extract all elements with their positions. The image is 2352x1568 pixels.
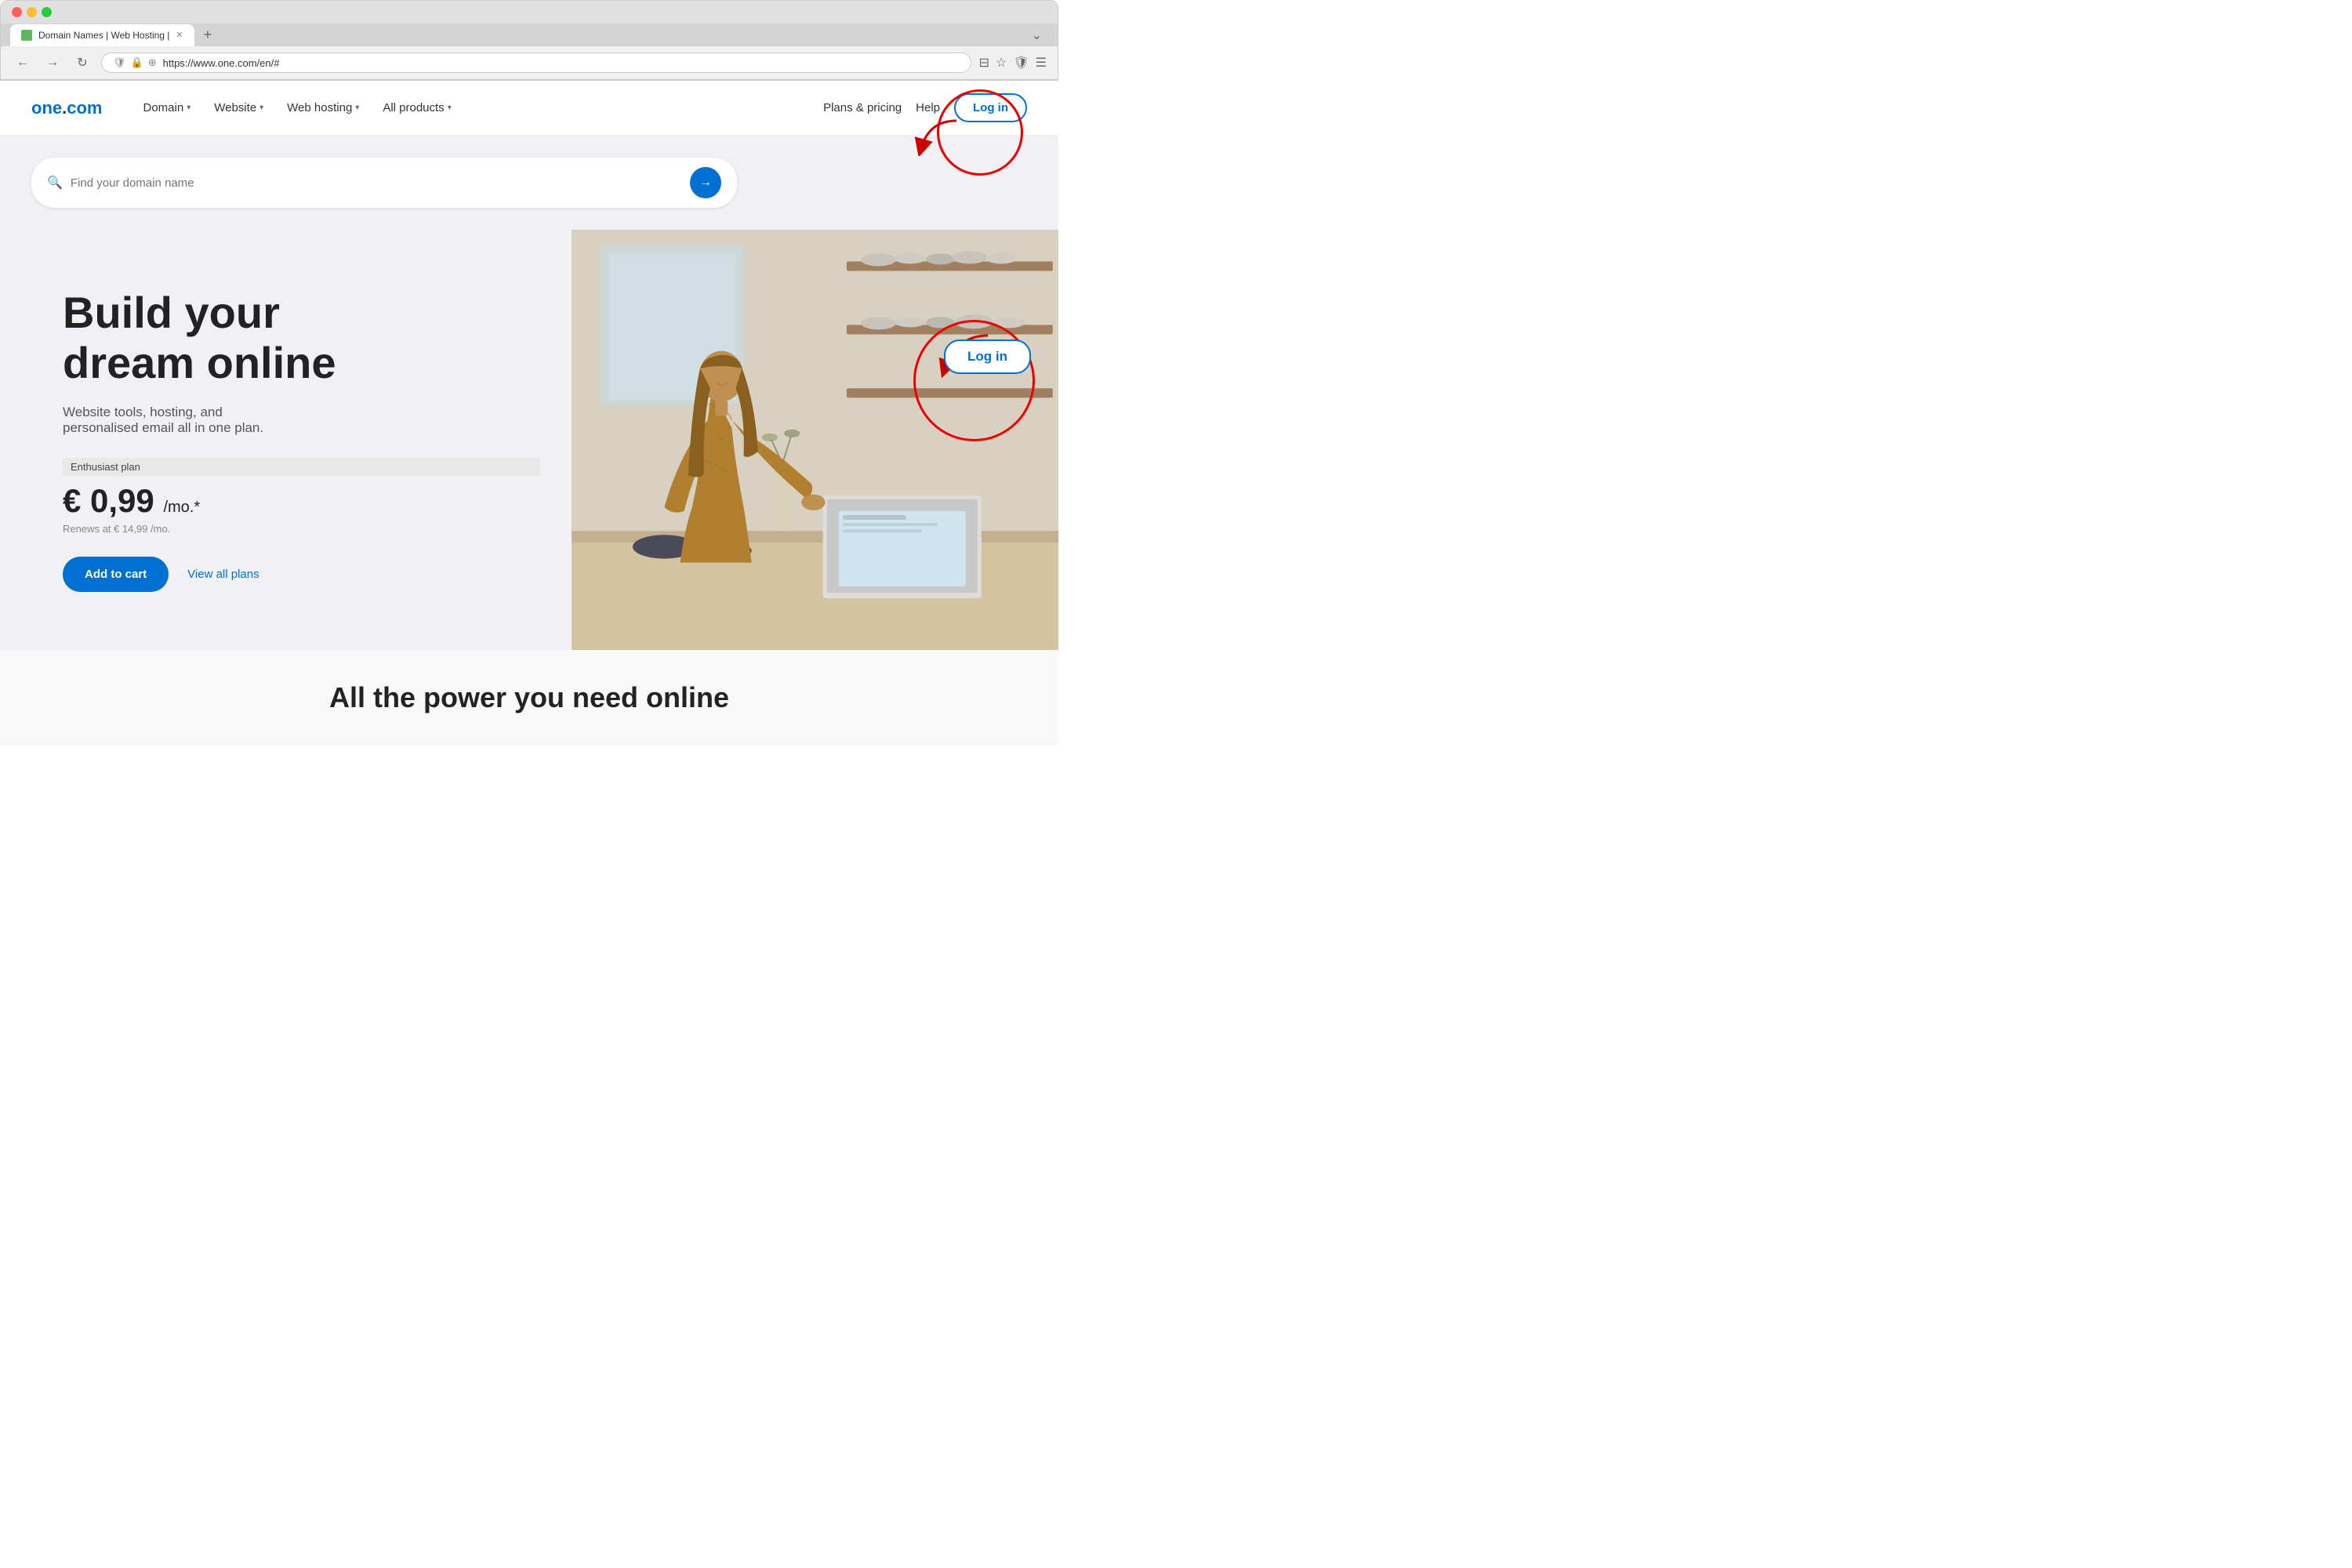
domain-search-bar: 🔍 → [31, 158, 737, 208]
minimize-button[interactable] [27, 7, 37, 17]
hero-title: Build your dream online [63, 288, 540, 389]
login-zoom-button[interactable]: Log in [944, 339, 1031, 374]
lock-icon: 🔒 [131, 56, 143, 69]
hero-actions: Add to cart View all plans [63, 557, 540, 592]
domain-search-input[interactable] [71, 176, 682, 190]
nav-domain-label: Domain [143, 101, 184, 114]
url-text: https://www.one.com/en/# [163, 57, 280, 69]
bookmark-icon[interactable]: ☆ [996, 55, 1007, 71]
refresh-button[interactable]: ↻ [71, 52, 93, 74]
browser-titlebar [1, 1, 1058, 24]
bottom-teaser: All the power you need online [0, 650, 1058, 746]
new-tab-button[interactable]: + [198, 24, 219, 46]
nav-webhosting-label: Web hosting [287, 101, 352, 114]
forward-button[interactable]: → [42, 52, 64, 74]
address-bar[interactable]: 🛡 🔒 ⊕ https://www.one.com/en/# [101, 53, 971, 73]
woman-scene [572, 230, 1058, 650]
help-link[interactable]: Help [916, 101, 940, 114]
reader-icon[interactable]: ⊟ [979, 55, 989, 71]
address-bar-icons: 🛡 🔒 ⊕ [113, 56, 157, 69]
hero-search-section: 🔍 → [0, 136, 1058, 230]
plan-badge: Enthusiast plan [63, 458, 540, 476]
hero-subtitle: Website tools, hosting, andpersonalised … [63, 405, 540, 436]
back-button[interactable]: ← [12, 52, 34, 74]
browser-toolbar: ← → ↻ 🛡 🔒 ⊕ https://www.one.com/en/# ⊟ ☆… [1, 46, 1058, 80]
tab-favicon [21, 30, 32, 41]
hero-image: Log in [572, 230, 1058, 650]
chevron-down-icon: ▾ [448, 103, 452, 112]
chevron-down-icon: ▾ [260, 103, 263, 112]
chevron-down-icon: ▾ [355, 103, 359, 112]
add-to-cart-button[interactable]: Add to cart [63, 557, 169, 592]
translate-icon: ⊕ [148, 56, 157, 69]
tab-label: Domain Names | Web Hosting | [38, 30, 169, 41]
toolbar-right: ⊟ ☆ 🛡 ☰ [979, 55, 1047, 71]
price-period: /mo.* [163, 499, 200, 516]
nav-allproducts-label: All products [383, 101, 444, 114]
header-right: Plans & pricing Help Log in [823, 93, 1027, 122]
fullscreen-button[interactable] [42, 7, 52, 17]
hero-text: Build your dream online Website tools, h… [0, 230, 572, 650]
shield-icon: 🛡 [113, 56, 126, 69]
tab-close-icon[interactable]: ✕ [176, 30, 183, 40]
view-all-plans-link[interactable]: View all plans [187, 568, 259, 581]
close-button[interactable] [12, 7, 22, 17]
tab-dropdown-icon[interactable]: ⌄ [1025, 24, 1048, 46]
shield-menu-icon[interactable]: 🛡 [1013, 55, 1029, 71]
hero-section: Build your dream online Website tools, h… [0, 230, 1058, 650]
chevron-down-icon: ▾ [187, 103, 191, 112]
bottom-teaser-title: All the power you need online [63, 681, 996, 714]
nav-item-allproducts[interactable]: All products ▾ [373, 95, 460, 121]
plans-pricing-link[interactable]: Plans & pricing [823, 101, 902, 114]
nav-item-webhosting[interactable]: Web hosting ▾ [278, 95, 368, 121]
nav-item-website[interactable]: Website ▾ [205, 95, 273, 121]
login-button[interactable]: Log in [954, 93, 1027, 122]
browser-tab[interactable]: Domain Names | Web Hosting | ✕ [10, 24, 194, 46]
nav-item-domain[interactable]: Domain ▾ [134, 95, 201, 121]
nav-website-label: Website [214, 101, 256, 114]
hero-price: € 0,99 /mo.* [63, 482, 540, 520]
tab-bar: Domain Names | Web Hosting | ✕ + ⌄ [1, 24, 1058, 46]
hero-price-sub: Renews at € 14,99 /mo. [63, 523, 540, 535]
traffic-lights [12, 7, 52, 17]
site-header: one.com Domain ▾ Website ▾ Web hosting ▾… [0, 81, 1058, 136]
search-submit-button[interactable]: → [690, 167, 721, 198]
main-nav: Domain ▾ Website ▾ Web hosting ▾ All pro… [134, 95, 824, 121]
login-zoom: Log in [944, 339, 1031, 374]
menu-icon[interactable]: ☰ [1036, 55, 1047, 71]
logo[interactable]: one.com [31, 98, 103, 118]
site-wrapper: one.com Domain ▾ Website ▾ Web hosting ▾… [0, 81, 1058, 746]
search-icon: 🔍 [47, 175, 63, 191]
